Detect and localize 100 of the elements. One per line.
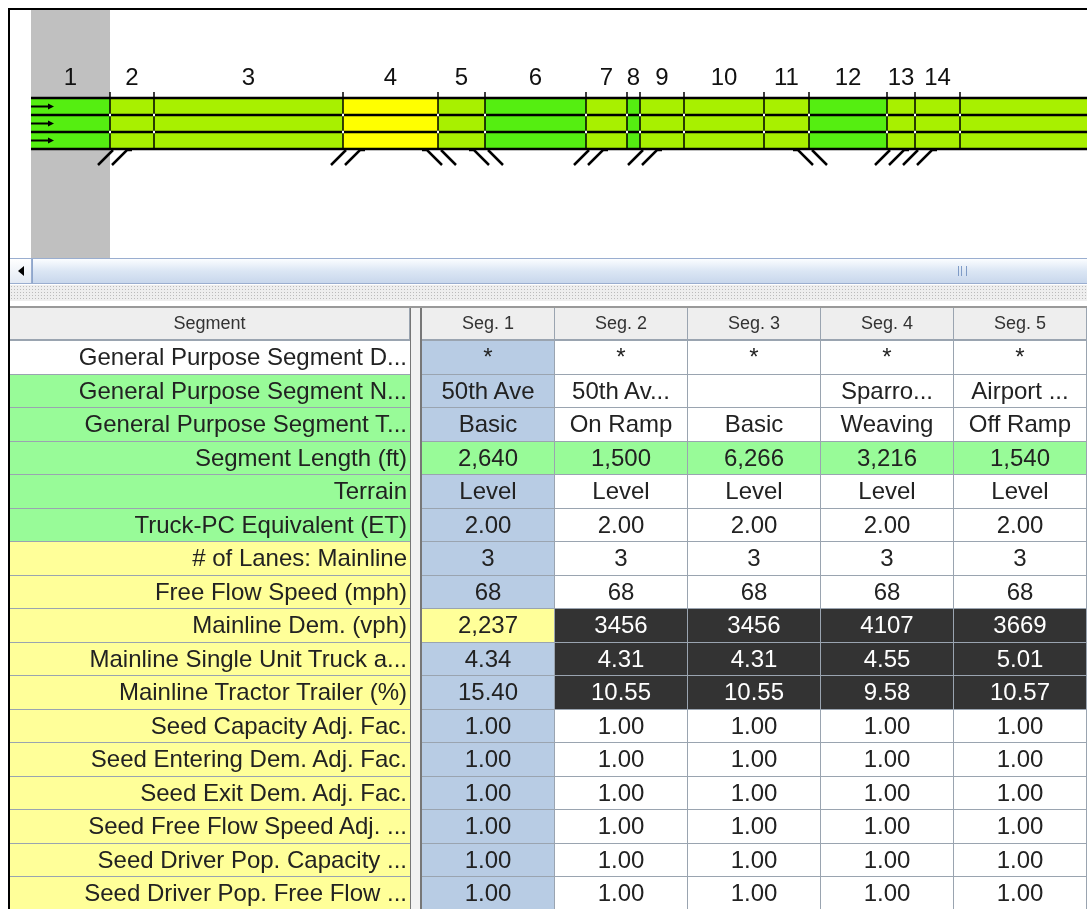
table-cell[interactable]: 1.00 [688,810,821,844]
table-cell[interactable]: 2.00 [555,508,688,542]
table-cell[interactable]: On Ramp [555,408,688,442]
table-cell[interactable]: 68 [688,575,821,609]
table-cell[interactable]: 1.00 [954,709,1087,743]
column-header[interactable]: Seg. 5 [954,308,1087,341]
table-cell[interactable]: 1.00 [688,743,821,777]
table-cell[interactable]: 1.00 [555,776,688,810]
table-cell[interactable]: 1.00 [954,810,1087,844]
table-cell[interactable]: 1.00 [555,709,688,743]
table-cell[interactable]: 1.00 [821,810,954,844]
table-cell[interactable]: 5.01 [954,642,1087,676]
segment-number: 6 [528,63,543,90]
table-cell[interactable]: 3 [688,542,821,576]
table-cell[interactable]: 3 [555,542,688,576]
table-cell[interactable]: 68 [555,575,688,609]
table-cell[interactable]: 3456 [688,609,821,643]
table-cell[interactable]: 1.00 [555,810,688,844]
table-cell[interactable]: 1.00 [954,843,1087,877]
column-header[interactable]: Seg. 4 [821,308,954,341]
table-cell[interactable]: Basic [688,408,821,442]
table-cell[interactable]: * [422,341,555,375]
table-cell[interactable]: Level [555,475,688,509]
table-cell[interactable]: 3456 [555,609,688,643]
splitter-handle[interactable] [10,285,1087,301]
table-cell[interactable]: 10.55 [688,676,821,710]
table-cell[interactable]: 15.40 [422,676,555,710]
table-cell[interactable] [688,374,821,408]
table-cell[interactable]: 4.55 [821,642,954,676]
table-cell[interactable]: Airport ... [954,374,1087,408]
row-label: Mainline Dem. (vph) [10,609,410,643]
table-cell[interactable]: 1.00 [422,743,555,777]
table-cell[interactable]: Level [422,475,555,509]
table-cell[interactable]: 2.00 [422,508,555,542]
table-cell[interactable]: 1.00 [422,810,555,844]
table-cell[interactable]: Basic [422,408,555,442]
table-cell[interactable]: 3 [422,542,555,576]
segment-number: 4 [383,63,398,90]
table-cell[interactable]: 1.00 [954,743,1087,777]
segment-number: 12 [834,63,862,90]
table-cell[interactable]: * [688,341,821,375]
table-cell[interactable]: 1.00 [422,877,555,909]
row-label: Mainline Tractor Trailer (%) [10,676,410,710]
table-cell[interactable]: 1.00 [821,743,954,777]
table-cell[interactable]: 6,266 [688,441,821,475]
segment-number: 3 [241,63,256,90]
table-cell[interactable]: Sparro... [821,374,954,408]
table-cell[interactable]: 2,237 [422,609,555,643]
table-cell[interactable]: 68 [821,575,954,609]
table-cell[interactable]: 1.00 [688,843,821,877]
segment-number: 9 [655,63,669,90]
table-cell[interactable]: 10.55 [555,676,688,710]
row-label: Seed Driver Pop. Capacity ... [10,843,410,877]
table-cell[interactable]: 1.00 [821,776,954,810]
column-header[interactable]: Seg. 1 [422,308,555,341]
column-header[interactable]: Segment [10,308,410,341]
table-cell[interactable]: 2.00 [688,508,821,542]
table-cell[interactable]: 1.00 [954,776,1087,810]
table-cell[interactable]: * [954,341,1087,375]
table-cell[interactable]: Level [821,475,954,509]
table-cell[interactable]: 1.00 [688,709,821,743]
table-cell[interactable]: Off Ramp [954,408,1087,442]
table-cell[interactable]: 1.00 [688,776,821,810]
table-cell[interactable]: 3 [821,542,954,576]
table-cell[interactable]: Level [954,475,1087,509]
table-cell[interactable]: 2.00 [821,508,954,542]
table-cell[interactable]: Level [688,475,821,509]
table-cell[interactable]: * [821,341,954,375]
table-cell[interactable]: 1,540 [954,441,1087,475]
table-cell[interactable]: 4107 [821,609,954,643]
row-label: Seed Free Flow Speed Adj. ... [10,810,410,844]
scrollbar-thumb[interactable] [32,259,1087,283]
table-cell[interactable]: 1.00 [422,843,555,877]
table-cell[interactable]: 1.00 [821,709,954,743]
table-cell[interactable]: 1.00 [422,776,555,810]
table-cell[interactable]: 4.31 [688,642,821,676]
table-cell[interactable]: 1.00 [821,843,954,877]
table-cell[interactable]: 10.57 [954,676,1087,710]
table-cell[interactable]: 50th Ave [422,374,555,408]
segment-number: 1 [63,63,78,90]
table-cell[interactable]: 1.00 [555,743,688,777]
table-cell[interactable]: 68 [422,575,555,609]
table-cell[interactable]: 1.00 [555,843,688,877]
column-header[interactable]: Seg. 3 [688,308,821,341]
table-cell[interactable]: 3 [954,542,1087,576]
table-cell[interactable]: 4.34 [422,642,555,676]
scroll-left-button[interactable] [10,259,32,283]
table-cell[interactable]: 9.58 [821,676,954,710]
table-cell[interactable]: 68 [954,575,1087,609]
table-cell[interactable]: 1,500 [555,441,688,475]
table-cell[interactable]: * [555,341,688,375]
table-cell[interactable]: 1.00 [422,709,555,743]
table-cell[interactable]: 2.00 [954,508,1087,542]
column-header[interactable]: Seg. 2 [555,308,688,341]
table-cell[interactable]: 4.31 [555,642,688,676]
table-cell[interactable]: Weaving [821,408,954,442]
table-cell[interactable]: 2,640 [422,441,555,475]
table-cell[interactable]: 50th Av... [555,374,688,408]
table-cell[interactable]: 3669 [954,609,1087,643]
table-cell[interactable]: 3,216 [821,441,954,475]
